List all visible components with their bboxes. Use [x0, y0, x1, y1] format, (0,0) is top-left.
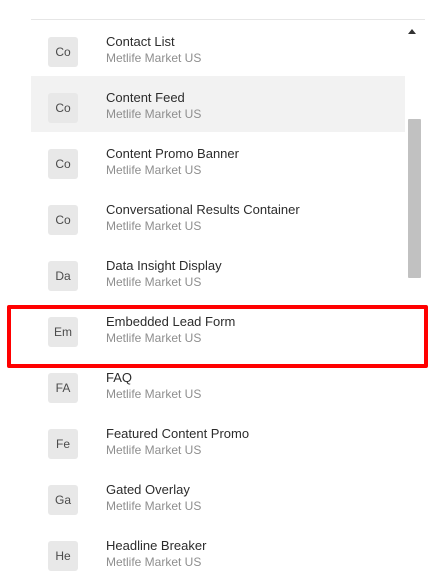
- list-item-conversational-results-container[interactable]: Co Conversational Results Container Metl…: [31, 188, 405, 244]
- component-list: Co Contact List Metlife Market US Co Con…: [31, 20, 405, 580]
- component-name: Contact List: [106, 34, 175, 49]
- list-item-featured-content-promo[interactable]: Fe Featured Content Promo Metlife Market…: [31, 412, 405, 468]
- component-badge: Co: [48, 93, 78, 123]
- list-item-faq[interactable]: FA FAQ Metlife Market US: [31, 356, 405, 412]
- component-name: Data Insight Display: [106, 258, 222, 273]
- component-site: Metlife Market US: [106, 555, 202, 569]
- scrollbar-thumb[interactable]: [408, 119, 421, 278]
- component-badge: Fe: [48, 429, 78, 459]
- scroll-up-arrow-icon[interactable]: [408, 29, 416, 34]
- component-badge: Da: [48, 261, 78, 291]
- component-name: Embedded Lead Form: [106, 314, 236, 329]
- list-item-contact-list[interactable]: Co Contact List Metlife Market US: [31, 20, 405, 76]
- component-site: Metlife Market US: [106, 219, 202, 233]
- component-badge: Ga: [48, 485, 78, 515]
- component-name: FAQ: [106, 370, 133, 385]
- list-item-embedded-lead-form[interactable]: Em Embedded Lead Form Metlife Market US: [31, 300, 405, 356]
- component-list-panel: Co Contact List Metlife Market US Co Con…: [31, 19, 425, 586]
- list-item-headline-breaker[interactable]: He Headline Breaker Metlife Market US: [31, 524, 405, 580]
- component-site: Metlife Market US: [106, 163, 202, 177]
- component-badge: Co: [48, 205, 78, 235]
- component-site: Metlife Market US: [106, 331, 202, 345]
- component-site: Metlife Market US: [106, 443, 202, 457]
- component-badge: Co: [48, 37, 78, 67]
- component-name: Headline Breaker: [106, 538, 207, 553]
- component-site: Metlife Market US: [106, 499, 202, 513]
- component-badge: Co: [48, 149, 78, 179]
- list-item-content-feed[interactable]: Co Content Feed Metlife Market US: [31, 76, 405, 132]
- component-site: Metlife Market US: [106, 51, 202, 65]
- component-badge: He: [48, 541, 78, 571]
- component-badge: Em: [48, 317, 78, 347]
- component-name: Conversational Results Container: [106, 202, 300, 217]
- component-name: Gated Overlay: [106, 482, 190, 497]
- component-site: Metlife Market US: [106, 387, 202, 401]
- component-name: Content Feed: [106, 90, 185, 105]
- component-name: Featured Content Promo: [106, 426, 250, 441]
- list-item-data-insight-display[interactable]: Da Data Insight Display Metlife Market U…: [31, 244, 405, 300]
- component-badge: FA: [48, 373, 78, 403]
- component-name: Content Promo Banner: [106, 146, 239, 161]
- component-site: Metlife Market US: [106, 107, 202, 121]
- list-item-content-promo-banner[interactable]: Co Content Promo Banner Metlife Market U…: [31, 132, 405, 188]
- list-item-gated-overlay[interactable]: Ga Gated Overlay Metlife Market US: [31, 468, 405, 524]
- component-site: Metlife Market US: [106, 275, 202, 289]
